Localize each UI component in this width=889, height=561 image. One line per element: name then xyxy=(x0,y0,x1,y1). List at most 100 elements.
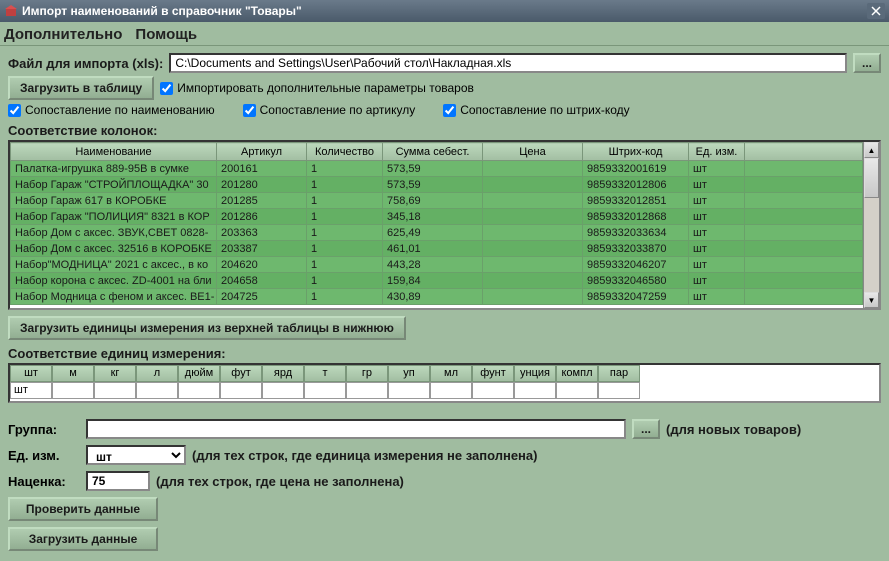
table-cell[interactable]: 9859332012806 xyxy=(583,177,689,193)
table-cell[interactable]: шт xyxy=(689,257,745,273)
col-header-qty[interactable]: Количество xyxy=(307,143,383,161)
unit-cell[interactable] xyxy=(430,382,472,399)
table-cell[interactable]: шт xyxy=(689,273,745,289)
unit-header[interactable]: компл xyxy=(556,365,598,382)
table-cell[interactable] xyxy=(745,273,863,289)
table-cell[interactable]: 443,28 xyxy=(383,257,483,273)
menu-help[interactable]: Помощь xyxy=(135,24,207,45)
table-cell[interactable]: 201286 xyxy=(217,209,307,225)
table-cell[interactable]: 9859332001619 xyxy=(583,161,689,177)
table-cell[interactable] xyxy=(745,177,863,193)
table-cell[interactable]: 9859332033634 xyxy=(583,225,689,241)
table-cell[interactable]: Набор Гараж 617 в КОРОБКЕ xyxy=(11,193,217,209)
table-cell[interactable]: 461,01 xyxy=(383,241,483,257)
table-cell[interactable]: 430,89 xyxy=(383,289,483,305)
table-cell[interactable]: 1 xyxy=(307,209,383,225)
table-cell[interactable]: Набор Модница с феном и аксес. BE1- xyxy=(11,289,217,305)
table-cell[interactable]: 1 xyxy=(307,193,383,209)
table-cell[interactable] xyxy=(483,209,583,225)
table-cell[interactable]: Палатка-игрушка 889-95B в сумке xyxy=(11,161,217,177)
table-cell[interactable]: 573,59 xyxy=(383,177,483,193)
check-button[interactable]: Проверить данные xyxy=(8,497,158,521)
table-row[interactable]: Набор Гараж 617 в КОРОБКЕ2012851758,6998… xyxy=(11,193,863,209)
table-cell[interactable] xyxy=(483,161,583,177)
match-barcode-input[interactable] xyxy=(443,104,456,117)
import-extra-checkbox[interactable]: Импортировать дополнительные параметры т… xyxy=(160,81,474,95)
table-cell[interactable]: Набор корона с аксес. ZD-4001 на бли xyxy=(11,273,217,289)
table-row[interactable]: Набор Гараж "СТРОЙПЛОЩАДКА" 302012801573… xyxy=(11,177,863,193)
unit-cell[interactable] xyxy=(304,382,346,399)
unit-header[interactable]: кг xyxy=(94,365,136,382)
unit-cell[interactable] xyxy=(598,382,640,399)
table-cell[interactable]: 203363 xyxy=(217,225,307,241)
scroll-track[interactable] xyxy=(864,158,879,292)
unit-cell[interactable] xyxy=(136,382,178,399)
col-header-sum[interactable]: Сумма себест. xyxy=(383,143,483,161)
unit-header[interactable]: м xyxy=(52,365,94,382)
close-button[interactable] xyxy=(867,3,885,19)
unit-cell[interactable] xyxy=(346,382,388,399)
file-path-input[interactable] xyxy=(169,53,847,73)
unit-cell[interactable] xyxy=(262,382,304,399)
unit-header[interactable]: л xyxy=(136,365,178,382)
table-cell[interactable]: шт xyxy=(689,241,745,257)
unit-select[interactable]: шт xyxy=(86,445,186,465)
table-row[interactable]: Набор"МОДНИЦА" 2021 с аксес., в ко204620… xyxy=(11,257,863,273)
table-cell[interactable] xyxy=(483,241,583,257)
scroll-thumb[interactable] xyxy=(864,158,879,198)
match-name-input[interactable] xyxy=(8,104,21,117)
col-header-barcode[interactable]: Штрих-код xyxy=(583,143,689,161)
unit-header[interactable]: фут xyxy=(220,365,262,382)
unit-cell[interactable] xyxy=(472,382,514,399)
table-cell[interactable] xyxy=(483,257,583,273)
table-cell[interactable]: 9859332047259 xyxy=(583,289,689,305)
table-cell[interactable] xyxy=(483,225,583,241)
table-cell[interactable] xyxy=(483,289,583,305)
table-cell[interactable] xyxy=(483,177,583,193)
table-cell[interactable]: Набор Дом с аксес. 32516 в КОРОБКЕ xyxy=(11,241,217,257)
table-cell[interactable] xyxy=(745,209,863,225)
menu-extra[interactable]: Дополнительно xyxy=(4,24,132,45)
scroll-down-button[interactable]: ▼ xyxy=(864,292,879,308)
table-cell[interactable]: 204620 xyxy=(217,257,307,273)
table-row[interactable]: Набор корона с аксес. ZD-4001 на бли2046… xyxy=(11,273,863,289)
table-cell[interactable]: 159,84 xyxy=(383,273,483,289)
table-cell[interactable] xyxy=(483,193,583,209)
unit-cell[interactable] xyxy=(556,382,598,399)
table-cell[interactable]: Набор Дом с аксес. ЗВУК,СВЕТ 0828- xyxy=(11,225,217,241)
match-name-checkbox[interactable]: Сопоставление по наименованию xyxy=(8,103,215,117)
unit-cell[interactable] xyxy=(514,382,556,399)
table-cell[interactable]: 1 xyxy=(307,241,383,257)
unit-cell[interactable] xyxy=(94,382,136,399)
browse-button[interactable]: ... xyxy=(853,53,881,73)
table-cell[interactable]: 758,69 xyxy=(383,193,483,209)
match-barcode-checkbox[interactable]: Сопоставление по штрих-коду xyxy=(443,103,629,117)
load-table-button[interactable]: Загрузить в таблицу xyxy=(8,76,154,100)
table-cell[interactable]: 203387 xyxy=(217,241,307,257)
unit-cell[interactable]: шт xyxy=(10,382,52,399)
table-cell[interactable]: шт xyxy=(689,289,745,305)
table-cell[interactable]: 204725 xyxy=(217,289,307,305)
table-row[interactable]: Набор Дом с аксес. 32516 в КОРОБКЕ203387… xyxy=(11,241,863,257)
unit-header[interactable]: пар xyxy=(598,365,640,382)
table-cell[interactable]: 201280 xyxy=(217,177,307,193)
table-cell[interactable]: 1 xyxy=(307,177,383,193)
unit-cell[interactable] xyxy=(220,382,262,399)
table-cell[interactable]: Набор Гараж "ПОЛИЦИЯ" 8321 в КОР xyxy=(11,209,217,225)
table-cell[interactable]: 9859332012868 xyxy=(583,209,689,225)
group-browse-button[interactable]: ... xyxy=(632,419,660,439)
unit-cell[interactable] xyxy=(388,382,430,399)
col-header-unit[interactable]: Ед. изм. xyxy=(689,143,745,161)
table-cell[interactable]: Набор"МОДНИЦА" 2021 с аксес., в ко xyxy=(11,257,217,273)
table-cell[interactable] xyxy=(745,257,863,273)
unit-header[interactable]: гр xyxy=(346,365,388,382)
table-row[interactable]: Набор Гараж "ПОЛИЦИЯ" 8321 в КОР20128613… xyxy=(11,209,863,225)
table-cell[interactable]: 1 xyxy=(307,161,383,177)
unit-header[interactable]: дюйм xyxy=(178,365,220,382)
table-cell[interactable]: 345,18 xyxy=(383,209,483,225)
upload-button[interactable]: Загрузить данные xyxy=(8,527,158,551)
table-cell[interactable]: шт xyxy=(689,225,745,241)
unit-header[interactable]: уп xyxy=(388,365,430,382)
unit-cell[interactable] xyxy=(52,382,94,399)
import-extra-input[interactable] xyxy=(160,82,173,95)
